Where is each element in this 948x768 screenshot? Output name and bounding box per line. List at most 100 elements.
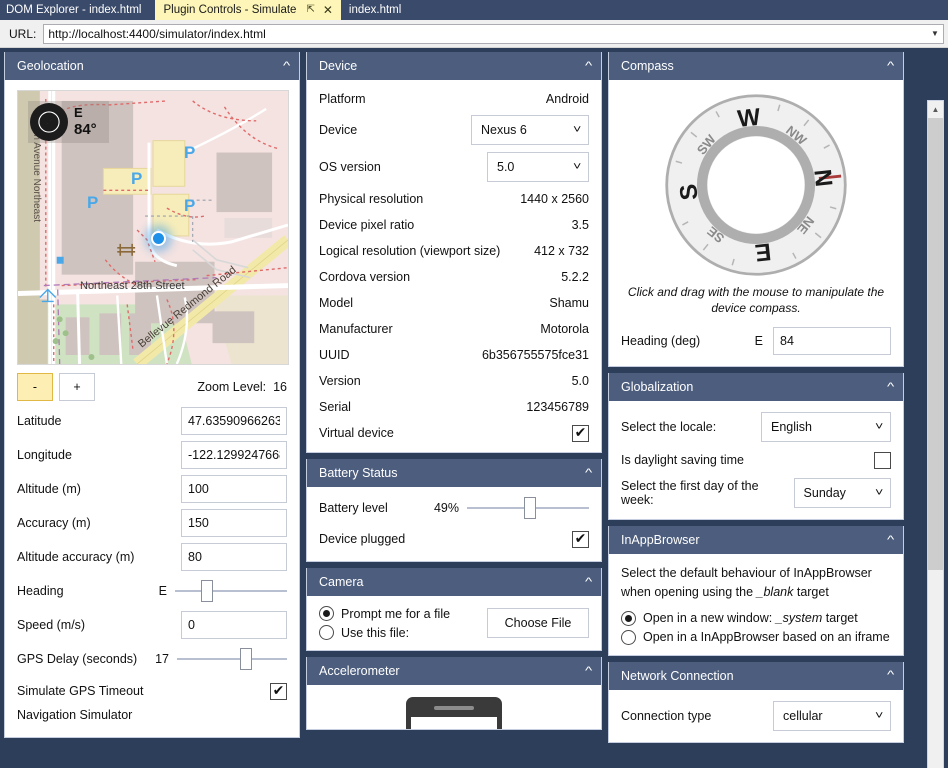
row-logical-resolution: Logical resolution (viewport size) 412 x… [319, 240, 589, 262]
field-label: Heading [17, 584, 64, 598]
chevron-up-icon[interactable]: ^ [887, 61, 894, 72]
panel-battery-status: Battery Status ^ Battery level 49% [306, 459, 602, 562]
altitude-accuracy-input[interactable] [181, 543, 287, 571]
panel-battery-header[interactable]: Battery Status ^ [307, 459, 601, 487]
geolocation-map[interactable]: P P P P 6th Avenue Northeast Northeast 2… [17, 90, 289, 365]
compass-heading-input[interactable] [773, 327, 891, 355]
field-label: Navigation Simulator [17, 708, 132, 722]
accelerometer-device-graphic[interactable] [406, 697, 502, 729]
locale-select[interactable]: English ˅ [761, 412, 891, 442]
field-label: Speed (m/s) [17, 618, 85, 632]
os-version-select[interactable]: 5.0 ˅ [487, 152, 589, 182]
radio-system-icon[interactable] [621, 611, 636, 626]
field-label: Heading (deg) [621, 334, 700, 348]
row-heading: Heading E [17, 577, 287, 605]
platform-value: Android [546, 92, 589, 106]
tab-index-html[interactable]: index.html [341, 0, 409, 20]
panel-camera-header[interactable]: Camera ^ [307, 568, 601, 596]
chevron-down-icon[interactable]: ▼ [927, 29, 943, 38]
compass-widget[interactable]: N NE E SE S SW W NW [663, 92, 849, 278]
map-parking-marker: P [184, 143, 195, 163]
slider-thumb[interactable] [524, 497, 536, 519]
locale-select-value: English [771, 420, 812, 434]
row-platform: Platform Android [319, 88, 589, 110]
camera-option-use-file[interactable]: Use this file: [319, 625, 450, 640]
field-label: Device pixel ratio [319, 218, 414, 232]
zoom-out-button[interactable]: - [17, 373, 53, 401]
zoom-in-button[interactable]: + [59, 373, 95, 401]
tab-dom-explorer[interactable]: DOM Explorer - index.html [0, 0, 155, 20]
map-compass-badge[interactable]: E 84° [28, 101, 109, 143]
gps-delay-slider[interactable] [177, 648, 287, 670]
radio-use-file-icon[interactable] [319, 625, 334, 640]
tab-plugin-controls[interactable]: Plugin Controls - Simulate ⇱ ✕ [155, 0, 340, 20]
row-os-version: OS version 5.0 ˅ [319, 150, 589, 184]
pin-icon[interactable]: ⇱ [302, 5, 318, 15]
battery-level-slider[interactable] [467, 497, 589, 519]
logical-resolution-value: 412 x 732 [534, 244, 589, 258]
radio-prompt-icon[interactable] [319, 606, 334, 621]
panel-device-header[interactable]: Device ^ [307, 52, 601, 80]
row-uuid: UUID 6b356755575fce31 [319, 344, 589, 366]
slider-track [175, 590, 287, 592]
panel-inappbrowser-header[interactable]: InAppBrowser ^ [609, 526, 903, 554]
altitude-input[interactable] [181, 475, 287, 503]
camera-option-prompt[interactable]: Prompt me for a file [319, 606, 450, 621]
chevron-up-icon[interactable]: ^ [585, 666, 592, 677]
panel-globalization-header[interactable]: Globalization ^ [609, 373, 903, 401]
panel-network-header[interactable]: Network Connection ^ [609, 662, 903, 690]
speed-input[interactable] [181, 611, 287, 639]
compass-label-w: W [736, 104, 762, 133]
choose-file-button[interactable]: Choose File [487, 608, 589, 638]
panel-compass-header[interactable]: Compass ^ [609, 52, 903, 80]
field-label: Longitude [17, 448, 72, 462]
field-label: Connection type [621, 709, 711, 723]
chevron-up-icon[interactable]: ^ [585, 468, 592, 479]
chevron-up-icon[interactable]: ^ [283, 61, 290, 72]
row-serial: Serial 123456789 [319, 396, 589, 418]
vertical-scrollbar[interactable]: ▲ ▼ [927, 100, 944, 768]
accuracy-input[interactable] [181, 509, 287, 537]
scroll-up-button[interactable]: ▲ [928, 101, 943, 118]
slider-thumb[interactable] [201, 580, 213, 602]
first-day-select[interactable]: Sunday ˅ [794, 478, 891, 508]
radio-iframe-icon[interactable] [621, 630, 636, 645]
inappbrowser-option-iframe[interactable]: Open in a InAppBrowser based on an ifram… [621, 630, 891, 645]
row-accuracy: Accuracy (m) [17, 509, 287, 537]
simulate-gps-timeout-checkbox[interactable]: ✔ [270, 683, 287, 700]
panel-accelerometer-header[interactable]: Accelerometer ^ [307, 657, 601, 685]
inappbrowser-option-system[interactable]: Open in a new window: _system target [621, 611, 891, 626]
field-label: Physical resolution [319, 192, 423, 206]
device-select[interactable]: Nexus 6 ˅ [471, 115, 589, 145]
row-locale: Select the locale: English ˅ [621, 411, 891, 443]
url-input[interactable]: http://localhost:4400/simulator/index.ht… [43, 24, 944, 44]
connection-type-select[interactable]: cellular ˅ [773, 701, 891, 731]
chevron-up-icon[interactable]: ^ [887, 535, 894, 546]
manufacturer-value: Motorola [540, 322, 589, 336]
panel-geolocation-header[interactable]: Geolocation ^ [5, 52, 299, 80]
chevron-up-icon[interactable]: ^ [585, 61, 592, 72]
map-parking-marker: P [184, 196, 195, 216]
virtual-device-checkbox[interactable]: ✔ [572, 425, 589, 442]
scrollbar-thumb[interactable] [928, 118, 943, 570]
latitude-input[interactable] [181, 407, 287, 435]
daylight-saving-checkbox[interactable] [874, 452, 891, 469]
close-icon[interactable]: ✕ [319, 4, 337, 16]
tab-label: Plugin Controls - Simulate [163, 4, 302, 16]
map-street-label: Northeast 28th Street [80, 280, 185, 292]
field-label: Manufacturer [319, 322, 393, 336]
chevron-up-icon[interactable]: ^ [887, 382, 894, 393]
chevron-up-icon[interactable]: ^ [887, 670, 894, 681]
model-value: Shamu [549, 296, 589, 310]
longitude-input[interactable] [181, 441, 287, 469]
field-label: Serial [319, 400, 351, 414]
chevron-down-icon: ˅ [573, 124, 581, 136]
heading-slider[interactable] [175, 580, 287, 602]
chevron-up-icon[interactable]: ^ [585, 577, 592, 588]
device-plugged-checkbox[interactable]: ✔ [572, 531, 589, 548]
map-compass-direction: E [74, 106, 97, 121]
radio-label: Prompt me for a file [341, 607, 450, 621]
compass-widget-wrap: N NE E SE S SW W NW [621, 86, 891, 282]
panel-title: InAppBrowser [621, 533, 700, 547]
slider-thumb[interactable] [240, 648, 252, 670]
